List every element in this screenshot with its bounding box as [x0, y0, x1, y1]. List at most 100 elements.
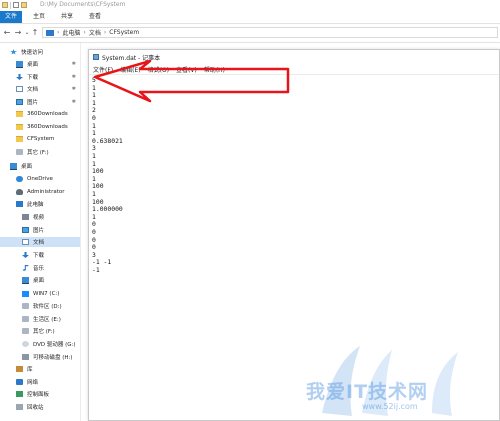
sidebar-item-label: 文档 — [33, 240, 45, 246]
folder-icon[interactable] — [2, 2, 8, 8]
sidebar-item[interactable]: DVD 驱动器 (G:) — [0, 339, 80, 349]
divider — [10, 1, 11, 9]
picture-icon — [22, 227, 29, 233]
recycle-bin-icon — [16, 404, 23, 410]
sidebar-item[interactable]: 下载 — [0, 250, 80, 260]
tab-home[interactable]: 主页 — [28, 11, 50, 23]
ribbon: 文件 主页 共享 查看 — [0, 11, 500, 24]
chevron-right-icon: › — [83, 29, 86, 36]
sidebar-item[interactable]: 生活区 (E:) — [0, 314, 80, 324]
sidebar-item[interactable]: 音乐 — [0, 263, 80, 273]
download-icon — [16, 74, 23, 80]
sidebar-item[interactable]: 图片 — [0, 225, 80, 235]
pin-icon[interactable]: ✱ — [72, 61, 76, 67]
tab-file[interactable]: 文件 — [0, 11, 22, 23]
sidebar-item-label: 音乐 — [33, 266, 45, 272]
sidebar-item[interactable]: 其它 (F:) — [0, 326, 80, 336]
sidebar-item[interactable]: 下载 ✱ — [0, 72, 80, 82]
chevron-right-icon: › — [57, 29, 60, 36]
sidebar-item-label: 控制面板 — [27, 392, 50, 398]
sidebar-item-label: OneDrive — [27, 176, 53, 182]
network-icon — [16, 379, 23, 385]
sidebar-item[interactable]: 可移动磁盘 (H:) — [0, 352, 80, 362]
title-bar: D:\My Documents\CFSystem — [0, 0, 500, 10]
address-box[interactable]: › 此电脑 › 文档 › CFSystem — [42, 27, 498, 38]
star-icon — [10, 49, 17, 55]
sidebar-item-label: 文档 — [27, 87, 39, 93]
folder-icon — [16, 124, 23, 130]
drive-icon — [22, 328, 29, 334]
tab-view[interactable]: 查看 — [84, 11, 106, 23]
back-button[interactable]: ← — [2, 28, 12, 38]
sidebar-item[interactable]: 桌面 ✱ — [0, 59, 80, 69]
sidebar-item-label: 软件区 (D:) — [33, 304, 62, 310]
properties-icon[interactable] — [13, 2, 19, 8]
sidebar-item[interactable]: 回收站 — [0, 402, 80, 412]
sidebar-item-label: 桌面 — [27, 62, 39, 68]
sidebar-item[interactable]: CFSystem — [0, 134, 80, 144]
sidebar-item-label: DVD 驱动器 (G:) — [33, 342, 76, 348]
sidebar-item-label: 360Downloads — [27, 111, 68, 117]
drive-icon — [16, 149, 23, 155]
pc-icon — [46, 29, 54, 36]
music-icon — [22, 265, 29, 271]
sidebar-item-label: 其它 (F:) — [33, 329, 55, 335]
text-line: -1 — [92, 266, 100, 274]
breadcrumb-documents[interactable]: 文档 — [89, 28, 101, 37]
drive-icon — [22, 303, 29, 309]
sidebar-item[interactable]: 此电脑 — [0, 199, 80, 209]
download-icon — [22, 252, 29, 258]
tab-share[interactable]: 共享 — [56, 11, 78, 23]
sidebar-item-label: 生活区 (E:) — [33, 317, 61, 323]
sidebar-item[interactable]: 360Downloads — [0, 122, 80, 132]
quick-access-toolbar — [2, 1, 27, 9]
window-title-path: D:\My Documents\CFSystem — [40, 1, 126, 8]
sidebar-item[interactable]: 360Downloads — [0, 109, 80, 119]
sidebar-item-label: 图片 — [33, 228, 45, 234]
sidebar-item[interactable]: Administrator — [0, 187, 80, 197]
sidebar-item-label: Administrator — [27, 189, 65, 195]
folder-icon — [16, 136, 23, 142]
sidebar-item[interactable]: 文档 ✱ — [0, 84, 80, 94]
watermark-text: 我爱IT技术网 — [306, 381, 429, 403]
cloud-icon — [16, 176, 23, 182]
sidebar-item[interactable]: OneDrive — [0, 174, 80, 184]
sidebar-item[interactable]: 软件区 (D:) — [0, 301, 80, 311]
sidebar-item[interactable]: WIN7 (C:) — [0, 289, 80, 299]
sidebar-item[interactable]: 桌面 — [0, 275, 80, 285]
usb-icon — [22, 354, 29, 360]
chevron-right-icon: › — [103, 29, 107, 36]
sidebar-item[interactable]: 网络 — [0, 377, 80, 387]
sidebar-item[interactable]: 图片 ✱ — [0, 97, 80, 107]
sidebar-item-label: 下载 — [27, 75, 39, 81]
sidebar-item-label: 此电脑 — [27, 202, 44, 208]
sidebar-item[interactable]: 库 — [0, 364, 80, 374]
up-button[interactable]: ↑ — [30, 28, 40, 38]
user-icon — [16, 189, 23, 195]
sidebar-item[interactable]: 视频 — [0, 212, 80, 222]
picture-icon — [16, 99, 23, 105]
breadcrumb-cfsystem[interactable]: CFSystem — [109, 29, 139, 36]
new-folder-icon[interactable] — [21, 2, 27, 8]
pin-icon[interactable]: ✱ — [72, 86, 76, 92]
sidebar-item-label: 库 — [27, 367, 33, 373]
sidebar-item[interactable]: 桌面 — [0, 161, 80, 171]
sidebar-item-label: 桌面 — [21, 164, 33, 170]
pin-icon[interactable]: ✱ — [72, 99, 76, 105]
desktop-icon — [22, 276, 29, 284]
sidebar-item-label: 图片 — [27, 100, 39, 106]
sidebar-item[interactable]: 其它 (F:) — [0, 147, 80, 157]
video-icon — [22, 214, 29, 220]
pin-icon[interactable]: ✱ — [72, 74, 76, 80]
document-icon — [16, 86, 23, 92]
address-bar: ← → ⌄ ↑ › 此电脑 › 文档 › CFSystem — [0, 24, 500, 43]
navigation-pane: 快速访问桌面 ✱ 下载 ✱ 文档 ✱ 图片 ✱ 360Downloads 360Downloads… — [0, 43, 81, 421]
arrow-shape — [93, 60, 290, 103]
sidebar-item[interactable]: 文档 — [0, 237, 80, 247]
document-icon — [22, 239, 29, 245]
sidebar-item[interactable]: 控制面板 — [0, 389, 80, 399]
breadcrumb-this-pc[interactable]: 此电脑 — [62, 28, 80, 37]
sidebar-item-label: WIN7 (C:) — [33, 291, 60, 297]
sidebar-item[interactable]: 快速访问 — [0, 47, 80, 57]
sidebar-item-label: 下载 — [33, 253, 45, 259]
